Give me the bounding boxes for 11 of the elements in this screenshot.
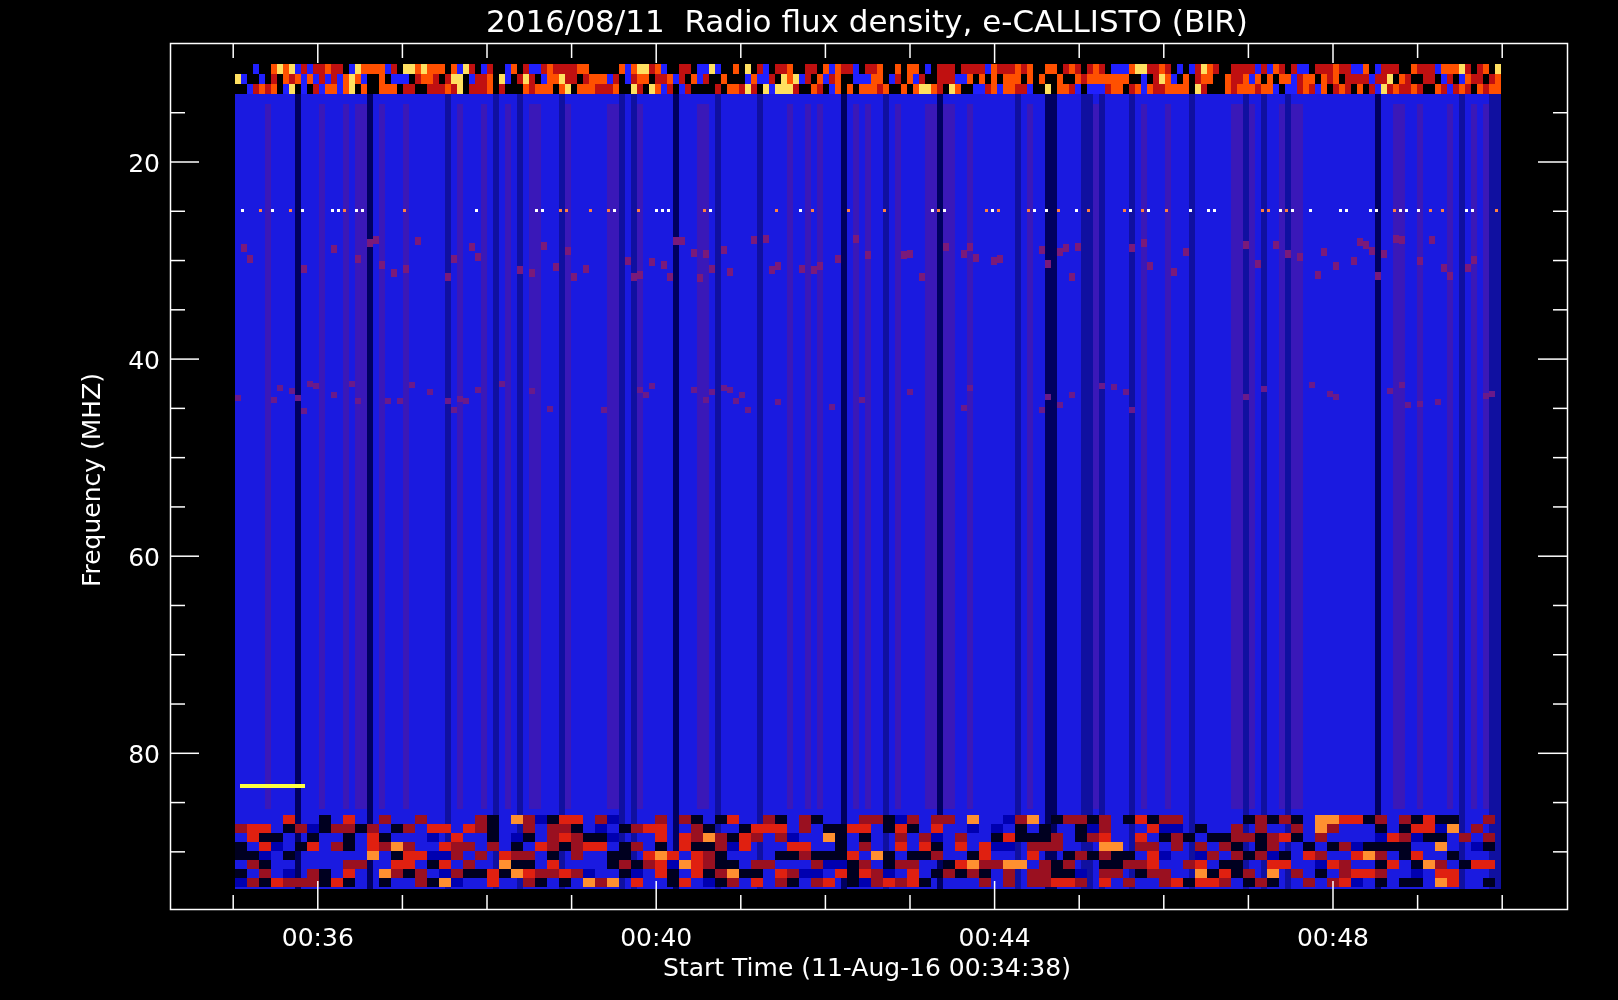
axis-tick-label: 20	[128, 149, 160, 178]
axis-tick-label: 60	[128, 543, 160, 573]
chart-title: 2016/08/11 Radio flux density, e-CALLISTO (BIR)	[486, 3, 1248, 39]
axis-tick-label: 40	[128, 346, 160, 376]
axis-tick-label: 00:36	[281, 923, 354, 952]
axis-tick-label: 80	[128, 740, 160, 770]
axis-title: Frequency (MHZ)	[77, 372, 106, 588]
axis-title: Start Time (11-Aug-16 00:34:38)	[663, 953, 1071, 982]
axis-tick-label: 00:48	[1297, 923, 1369, 952]
axis-tick-label: 00:40	[620, 923, 693, 952]
axis-tick-label: 00:44	[958, 923, 1031, 952]
